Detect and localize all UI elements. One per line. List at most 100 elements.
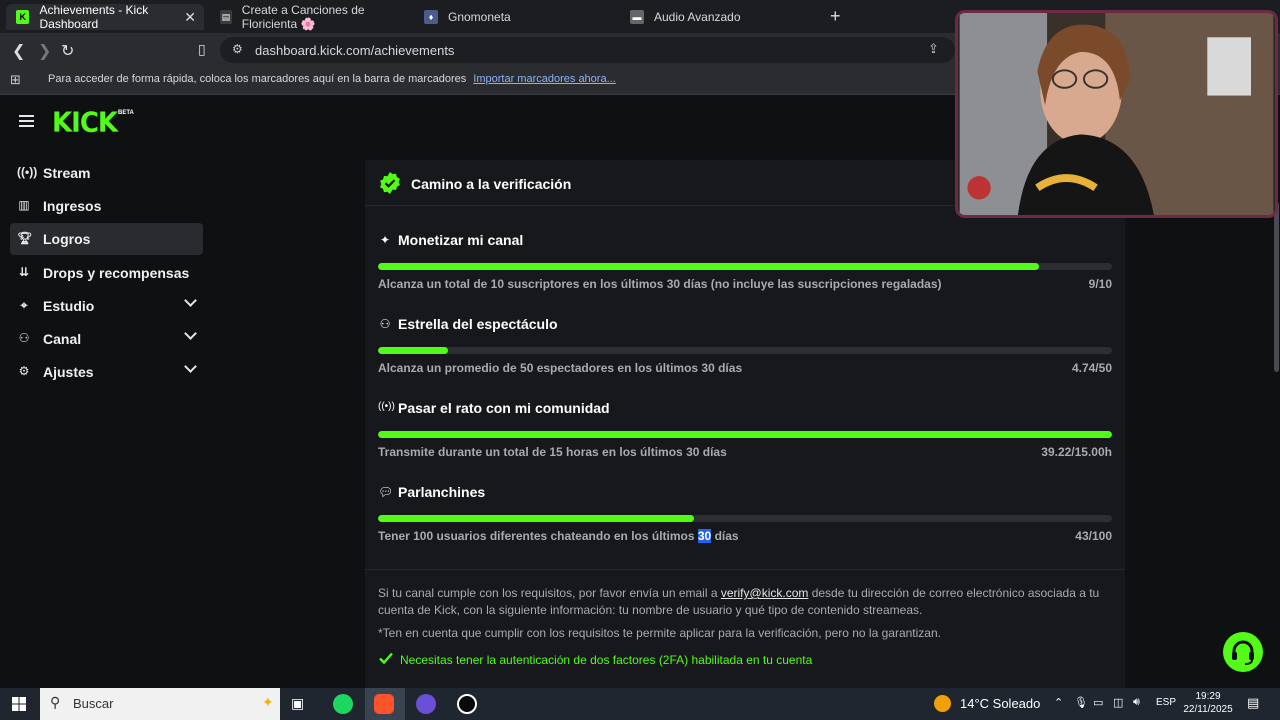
battery-icon[interactable]: ▭ [1093, 696, 1103, 709]
gnome-favicon-icon: ♦ [424, 10, 438, 24]
task-view-icon[interactable]: ▣ [291, 695, 304, 712]
sidebar-item-label: Logros [43, 231, 91, 247]
clock-time: 19:29 [1195, 691, 1221, 702]
kick-logo[interactable]: KICK [52, 107, 118, 139]
progress-fill [378, 263, 1039, 270]
import-bookmarks-link[interactable]: Importar marcadores ahora... [473, 73, 615, 85]
verification-instructions: Si tu canal cumple con los requisitos, p… [378, 586, 1100, 617]
close-tab-icon[interactable]: ✕ [184, 9, 196, 26]
sidebar-item-ingresos[interactable]: ▥ Ingresos [10, 190, 203, 222]
progress-fill [378, 431, 1112, 438]
system-clock[interactable]: 19:29 22/11/2025 [1180, 690, 1236, 716]
goal-title-monetizar: Monetizar mi canal [398, 232, 524, 248]
app-icon[interactable] [416, 694, 436, 714]
chevron-down-icon[interactable] [184, 360, 197, 373]
tab-label: Achievements - Kick Dashboard [39, 3, 149, 31]
back-icon[interactable]: ❮ [12, 41, 25, 61]
goal-description: Alcanza un promedio de 50 espectadores e… [378, 361, 743, 375]
goal-title-estrella: Estrella del espectáculo [398, 316, 558, 332]
url-text: dashboard.kick.com/achievements [255, 43, 455, 58]
forward-icon[interactable]: ❯ [38, 41, 51, 61]
chevron-up-icon[interactable]: ⌃ [1054, 696, 1063, 709]
obs-icon[interactable] [457, 694, 477, 714]
menu-icon[interactable] [19, 115, 34, 127]
audio-favicon-icon: ▬ [630, 10, 644, 24]
channel-icon: ⚇ [18, 331, 30, 345]
webcam-overlay [955, 10, 1278, 218]
sidebar-item-label: Drops y recompensas [43, 265, 190, 281]
share-icon[interactable]: ⇪ [928, 41, 939, 57]
microphone-icon[interactable]: 🎙︎ [1074, 696, 1088, 709]
new-tab-icon[interactable]: + [830, 6, 841, 27]
apps-icon[interactable]: ⊞ [10, 72, 21, 88]
sparkle-icon: ✦ [379, 233, 391, 247]
chart-icon: ▥ [18, 198, 30, 212]
notifications-icon[interactable]: ▤ [1247, 695, 1259, 711]
support-button[interactable] [1223, 632, 1263, 672]
sidebar-item-label: Ajustes [43, 364, 94, 380]
search-icon: ⚲ [50, 694, 61, 710]
sidebar-item-canal[interactable]: ⚇ Canal [10, 323, 203, 355]
sidebar-item-stream[interactable]: ((•)) Stream [10, 157, 203, 189]
verify-email-link[interactable]: verify@kick.com [721, 586, 809, 600]
verification-note: *Ten en cuenta que cumplir con los requi… [378, 626, 941, 640]
tab-label: Create a Canciones de Floricienta 🌸 [241, 3, 365, 31]
language-indicator[interactable]: ESP [1156, 697, 1176, 708]
taskbar-search[interactable]: ⚲ Buscar ✦ [40, 688, 280, 720]
tab-canciones[interactable]: ▤ Create a Canciones de Floricienta 🌸 [210, 3, 410, 31]
check-icon [379, 652, 393, 665]
chevron-down-icon[interactable] [184, 327, 197, 340]
goal-description: Tener 100 usuarios diferentes chateando … [378, 529, 739, 543]
site-info-icon[interactable]: ⚙ [232, 42, 243, 56]
windows-start-icon[interactable] [12, 697, 26, 711]
network-icon[interactable]: ◫ [1113, 696, 1123, 709]
sun-icon [934, 695, 951, 712]
volume-icon[interactable]: 🔊︎ [1133, 696, 1140, 709]
chat-icon: 💬︎ [378, 485, 394, 499]
scrollbar[interactable] [1274, 202, 1279, 372]
reload-icon[interactable]: ↻ [61, 41, 74, 61]
progress-bar-parlanchines [378, 515, 1112, 522]
trophy-icon: 🏆︎ [17, 231, 33, 245]
goal-title-parlanchines: Parlanchines [398, 484, 486, 500]
verification-card: Camino a la verificación ✦ Monetizar mi … [365, 160, 1125, 688]
goal-value: 4.74/50 [1071, 361, 1112, 375]
sparkle-icon: ✦ [262, 694, 274, 710]
sidebar-item-estudio[interactable]: ⌖ Estudio [10, 290, 203, 322]
goal-value: 43/100 [1075, 529, 1112, 543]
spotify-icon[interactable] [333, 694, 353, 714]
sidebar-item-label: Estudio [43, 298, 95, 314]
brave-icon[interactable] [374, 694, 394, 714]
verified-badge-icon [380, 172, 400, 194]
users-icon: ⚇ [379, 317, 391, 331]
document-favicon-icon: ▤ [220, 10, 232, 24]
clock-date: 22/11/2025 [1183, 704, 1233, 715]
chevron-down-icon[interactable] [184, 294, 197, 307]
tab-audio-avanzado[interactable]: ▬ Audio Avanzado [620, 4, 820, 30]
progress-bar-pasar-el-rato [378, 431, 1112, 438]
weather-text[interactable]: 14°C Soleado [960, 696, 1040, 711]
sidebar-item-label: Ingresos [43, 198, 102, 214]
goal-description: Alcanza un total de 10 suscriptores en l… [378, 277, 942, 291]
tab-label: Gnomoneta [448, 10, 511, 24]
selected-text: 30 [697, 529, 712, 543]
bookmark-icon[interactable]: ▯ [198, 41, 206, 58]
sidebar-item-logros[interactable]: 🏆︎ Logros [10, 223, 203, 255]
tab-achievements[interactable]: K Achievements - Kick Dashboard ✕ [6, 3, 204, 31]
drops-icon: ⇊ [18, 265, 30, 279]
sidebar-item-label: Canal [43, 331, 82, 347]
sidebar-item-drops[interactable]: ⇊ Drops y recompensas [10, 257, 203, 289]
goal-value: 9/10 [1088, 277, 1112, 291]
tab-gnomoneta[interactable]: ♦ Gnomoneta [414, 4, 614, 30]
headset-icon [1232, 640, 1254, 665]
requirement-2fa: Necesitas tener la autenticación de dos … [400, 653, 813, 667]
webcam-video [959, 13, 1274, 215]
goal-value: 39.22/15.00h [1041, 445, 1112, 459]
progress-fill [378, 515, 694, 522]
progress-bar-monetizar [378, 263, 1112, 270]
sidebar-item-ajustes[interactable]: ⚙ Ajustes [10, 356, 203, 388]
broadcast-icon: ((•)) [378, 401, 395, 412]
card-title: Camino a la verificación [411, 176, 572, 192]
bookmarks-hint: Para acceder de forma rápida, coloca los… [48, 73, 467, 85]
address-bar[interactable]: ⚙ dashboard.kick.com/achievements ⇪ [220, 37, 955, 63]
